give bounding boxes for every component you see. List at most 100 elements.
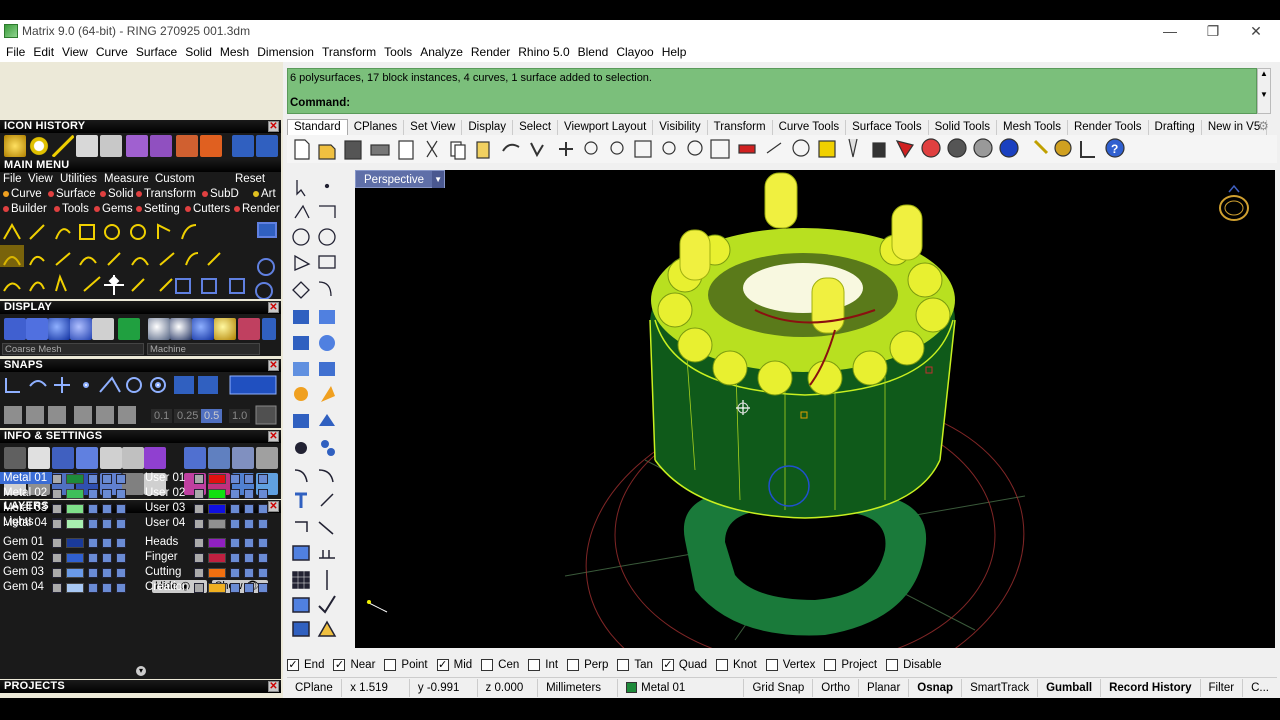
visibility-icon[interactable] xyxy=(102,538,112,548)
material-red-icon[interactable] xyxy=(238,318,260,340)
print-layer-icon[interactable] xyxy=(116,538,126,548)
close-icon[interactable]: ✕ xyxy=(268,681,279,692)
osnap-tan[interactable]: Tan xyxy=(617,659,653,671)
visibility-icon[interactable] xyxy=(244,504,254,514)
planar-toggle[interactable]: Planar xyxy=(859,678,910,697)
menu-edit[interactable]: Edit xyxy=(29,45,58,59)
menu-curve[interactable]: Curve xyxy=(92,45,132,59)
mm-setting[interactable]: Setting xyxy=(136,203,180,215)
lock-icon[interactable] xyxy=(230,568,240,578)
layer-metal-03[interactable]: Metal 03 xyxy=(0,502,130,516)
tab-drafting[interactable]: Drafting xyxy=(1149,120,1202,135)
material-blue-icon[interactable] xyxy=(192,318,214,340)
lock-icon[interactable] xyxy=(88,538,98,548)
osnap-project[interactable]: Project xyxy=(824,659,877,671)
mesh-quality-select[interactable]: Coarse Mesh xyxy=(2,343,144,355)
cplane-label[interactable]: CPlane xyxy=(287,678,343,697)
layer-creation[interactable]: Creation xyxy=(142,581,272,595)
menu-mesh[interactable]: Mesh xyxy=(216,45,253,59)
layer-user-04[interactable]: User 04 xyxy=(142,517,272,531)
arrow-left-icon[interactable] xyxy=(232,135,254,157)
filter-toggle[interactable]: Filter xyxy=(1201,678,1244,697)
gem-icon[interactable] xyxy=(150,135,172,157)
expand-icon[interactable] xyxy=(52,504,62,514)
tab-curve-tools[interactable]: Curve Tools xyxy=(773,120,847,135)
osnap-checkbox[interactable] xyxy=(716,659,729,671)
layer-metal-02[interactable]: Metal 02 xyxy=(0,487,130,501)
osnap-knot[interactable]: Knot xyxy=(716,659,757,671)
expand-icon[interactable] xyxy=(194,504,204,514)
menu-view[interactable]: View xyxy=(58,45,92,59)
mm-subd[interactable]: SubD xyxy=(202,188,239,200)
menu-dimension[interactable]: Dimension xyxy=(253,45,318,59)
layer-user-01[interactable]: User 01 xyxy=(142,472,272,486)
layer-color-swatch[interactable] xyxy=(208,504,226,514)
current-layer[interactable]: Metal 01 xyxy=(618,678,745,697)
visibility-icon[interactable] xyxy=(102,519,112,529)
scroll-up-icon[interactable]: ▲ xyxy=(1258,69,1270,78)
gem-weight-icon[interactable] xyxy=(144,447,166,469)
tab-cplanes[interactable]: CPlanes xyxy=(348,120,405,135)
curve-tool-icon[interactable] xyxy=(4,135,26,157)
layer-gem-02[interactable]: Gem 02 xyxy=(0,551,130,565)
tab-transform[interactable]: Transform xyxy=(708,120,773,135)
standard-tool-icons[interactable]: ? xyxy=(287,135,1277,163)
scroll-down-icon[interactable]: ▼ xyxy=(1258,90,1270,99)
close-icon[interactable]: ✕ xyxy=(268,302,279,313)
lock-icon[interactable] xyxy=(230,519,240,529)
snap-value-1[interactable]: 0.25 xyxy=(174,409,202,423)
print-layer-icon[interactable] xyxy=(258,474,268,484)
lock-icon[interactable] xyxy=(88,519,98,529)
close-icon[interactable]: ✕ xyxy=(268,431,279,442)
prong-icon[interactable] xyxy=(200,135,222,157)
technical-icon[interactable] xyxy=(118,318,140,340)
osnap-toggle[interactable]: Osnap xyxy=(909,678,963,697)
restore-button[interactable]: ❐ xyxy=(1191,20,1235,42)
perspective-viewport[interactable]: Perspective ▼ xyxy=(355,170,1275,648)
command-prompt[interactable]: Command: xyxy=(290,97,350,109)
camera-icon[interactable] xyxy=(208,447,230,469)
snap-value-2[interactable]: 0.5 xyxy=(201,409,223,423)
print-layer-icon[interactable] xyxy=(258,553,268,563)
zoom-icon[interactable] xyxy=(28,447,50,469)
osnap-perp[interactable]: Perp xyxy=(567,659,608,671)
close-window-button[interactable]: ✕ xyxy=(1234,20,1278,42)
lock-icon[interactable] xyxy=(88,489,98,499)
mm-custom[interactable]: Custom xyxy=(155,173,195,185)
expand-icon[interactable] xyxy=(52,474,62,484)
osnap-cen[interactable]: Cen xyxy=(481,659,519,671)
print-layer-icon[interactable] xyxy=(258,504,268,514)
layer-color-swatch[interactable] xyxy=(66,568,84,578)
lock-icon[interactable] xyxy=(230,553,240,563)
mm-render[interactable]: Render xyxy=(234,203,280,215)
print-layer-icon[interactable] xyxy=(258,519,268,529)
visibility-icon[interactable] xyxy=(102,583,112,593)
print-layer-icon[interactable] xyxy=(258,568,268,578)
layer-gem-03[interactable]: Gem 03 xyxy=(0,566,130,580)
expand-icon[interactable] xyxy=(52,568,62,578)
visibility-icon[interactable] xyxy=(244,553,254,563)
menu-tools[interactable]: Tools xyxy=(380,45,416,59)
mm-gems[interactable]: Gems xyxy=(94,203,133,215)
mm-solid[interactable]: Solid xyxy=(100,188,134,200)
menu-analyze[interactable]: Analyze xyxy=(416,45,467,59)
osnap-checkbox[interactable] xyxy=(384,659,397,671)
visibility-icon[interactable] xyxy=(244,538,254,548)
lock-icon[interactable] xyxy=(230,504,240,514)
visibility-icon[interactable] xyxy=(102,568,112,578)
units-label[interactable]: Millimeters xyxy=(538,678,619,697)
layer-color-swatch[interactable] xyxy=(66,553,84,563)
box-icon[interactable] xyxy=(126,135,148,157)
print-layer-icon[interactable] xyxy=(258,538,268,548)
layer-metal-01[interactable]: Metal 01 xyxy=(0,472,130,486)
osnap-checkbox[interactable] xyxy=(481,659,494,671)
osnap-checkbox[interactable] xyxy=(886,659,899,671)
mm-reset[interactable]: Reset xyxy=(235,173,265,185)
tab-viewport-layout[interactable]: Viewport Layout xyxy=(558,120,654,135)
menu-rhino5[interactable]: Rhino 5.0 xyxy=(514,45,573,59)
export-icon[interactable] xyxy=(256,447,278,469)
mm-builder[interactable]: Builder xyxy=(3,203,47,215)
layer-color-swatch[interactable] xyxy=(208,519,226,529)
layer-user-03[interactable]: User 03 xyxy=(142,502,272,516)
ghosted-icon[interactable] xyxy=(70,318,92,340)
